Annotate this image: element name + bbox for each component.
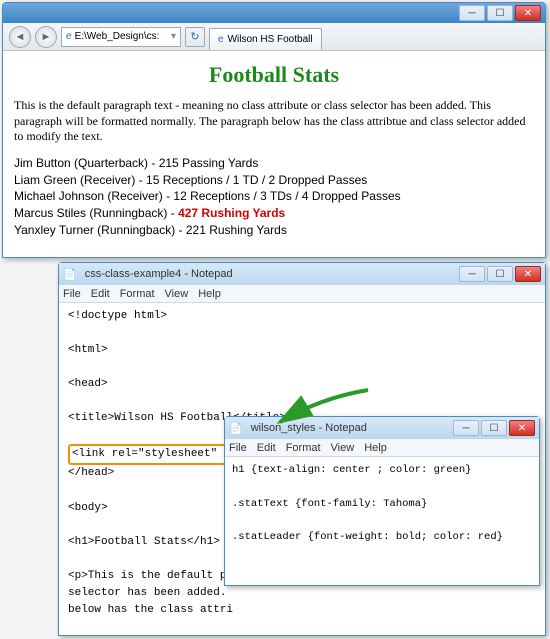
forward-button[interactable]: ► [35, 26, 57, 48]
menu-item-help[interactable]: Help [198, 288, 221, 300]
back-button[interactable]: ◄ [9, 26, 31, 48]
stat-text-block: Jim Button (Quarterback) - 215 Passing Y… [14, 155, 534, 239]
notepad2-menubar: File Edit Format View Help [225, 439, 539, 457]
home-icon[interactable]: ⌂ [501, 30, 508, 43]
minimize-button[interactable]: ─ [459, 5, 485, 21]
maximize-button[interactable]: ☐ [487, 5, 513, 21]
ie-logo-icon: e [218, 34, 224, 45]
maximize-button[interactable]: ☐ [481, 420, 507, 436]
stat-line: Liam Green (Receiver) - 15 Receptions / … [14, 173, 367, 187]
notepad1-title: css-class-example4 - Notepad [81, 268, 459, 280]
minimize-button[interactable]: ─ [459, 266, 485, 282]
menu-item-view[interactable]: View [331, 442, 355, 454]
notepad-icon: 📄 [63, 268, 77, 281]
menu-item-format[interactable]: Format [286, 442, 321, 454]
code-after: </head> <body> <h1>Football Stats</h1> <… [68, 467, 233, 634]
notepad-icon: 📄 [229, 422, 243, 435]
stat-line: Jim Button (Quarterback) - 215 Passing Y… [14, 156, 258, 170]
close-button[interactable]: ✕ [509, 420, 535, 436]
menu-item-format[interactable]: Format [120, 288, 155, 300]
gear-icon[interactable]: ⚙ [529, 30, 539, 43]
notepad2-title: wilson_styles - Notepad [247, 422, 453, 434]
close-button[interactable]: ✕ [515, 266, 541, 282]
stat-line: Michael Johnson (Receiver) - 12 Receptio… [14, 189, 401, 203]
notepad2-titlebar: 📄 wilson_styles - Notepad ─ ☐ ✕ [225, 417, 539, 439]
intro-paragraph: This is the default paragraph text - mea… [14, 98, 534, 145]
close-button[interactable]: ✕ [515, 5, 541, 21]
notepad1-titlebar: 📄 css-class-example4 - Notepad ─ ☐ ✕ [59, 263, 545, 285]
menu-item-help[interactable]: Help [364, 442, 387, 454]
menu-item-file[interactable]: File [63, 288, 81, 300]
stat-leader-value: 427 Rushing Yards [178, 206, 285, 220]
menu-item-edit[interactable]: Edit [257, 442, 276, 454]
stat-line: Yanxley Turner (Runningback) - 221 Rushi… [14, 223, 287, 237]
maximize-button[interactable]: ☐ [487, 266, 513, 282]
tab-label: Wilson HS Football [228, 34, 313, 45]
notepad1-menubar: File Edit Format View Help [59, 285, 545, 303]
address-bar[interactable]: e E:\Web_Design\cs: ▾ [61, 27, 181, 47]
refresh-button[interactable]: ↻ [185, 27, 205, 47]
browser-titlebar: ─ ☐ ✕ [3, 3, 545, 23]
address-text: E:\Web_Design\cs: [75, 31, 160, 42]
stat-line: Marcus Stiles (Runningback) - 427 Rushin… [14, 206, 285, 220]
code-before: <!doctype html> <html> <head> <title>Wil… [68, 310, 286, 424]
menu-item-view[interactable]: View [165, 288, 189, 300]
notepad2-content[interactable]: h1 {text-align: center ; color: green} .… [226, 458, 538, 584]
menu-item-edit[interactable]: Edit [91, 288, 110, 300]
favorites-icon[interactable]: ★ [513, 30, 523, 43]
page-heading: Football Stats [14, 62, 534, 88]
browser-navbar: ◄ ► e E:\Web_Design\cs: ▾ ↻ e Wilson HS … [3, 23, 545, 51]
browser-window: ─ ☐ ✕ ◄ ► e E:\Web_Design\cs: ▾ ↻ e Wils… [2, 2, 546, 258]
notepad-window-css: 📄 wilson_styles - Notepad ─ ☐ ✕ File Edit… [224, 416, 540, 586]
ie-logo-icon: e [66, 31, 72, 42]
menu-item-file[interactable]: File [229, 442, 247, 454]
browser-tab[interactable]: e Wilson HS Football [209, 28, 322, 50]
dropdown-icon[interactable]: ▾ [171, 31, 176, 42]
minimize-button[interactable]: ─ [453, 420, 479, 436]
browser-viewport: Football Stats This is the default parag… [4, 52, 544, 256]
